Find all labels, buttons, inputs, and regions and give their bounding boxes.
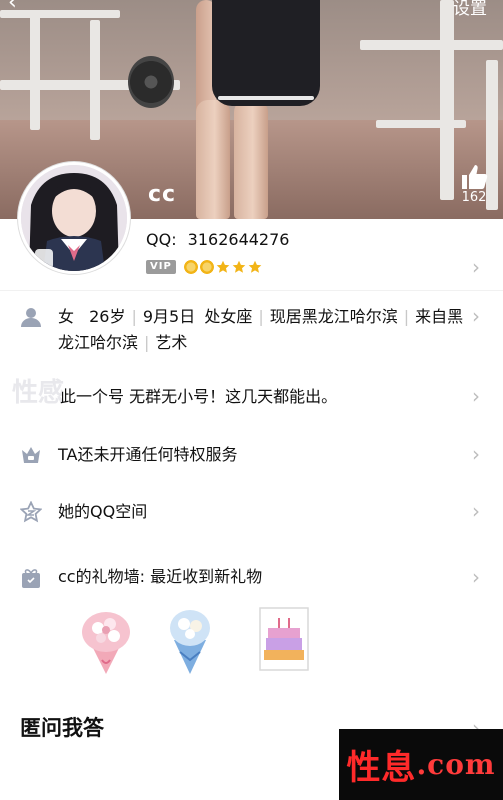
- sun-level-icon: [183, 260, 198, 274]
- crown-icon: [22, 447, 40, 463]
- avatar[interactable]: [18, 162, 130, 274]
- signature-prefix: 性感: [12, 378, 65, 408]
- sun-level-icon: [199, 260, 214, 274]
- qq-number-row: QQ: 3162644276: [146, 230, 289, 249]
- star-level-icon: [216, 260, 230, 273]
- privilege-label[interactable]: TA还未开通任何特权服务: [58, 442, 237, 468]
- gym-rack: [440, 0, 454, 200]
- gift-icon: [22, 569, 40, 588]
- pink-bouquet-gift[interactable]: [76, 602, 136, 676]
- cover-shorts: [212, 0, 320, 106]
- chevron-left-icon: ‹: [8, 0, 17, 15]
- site-watermark: 性息 .com: [339, 729, 503, 800]
- qq-label: QQ:: [146, 230, 177, 249]
- qzone-label[interactable]: 她的QQ空间: [58, 499, 147, 525]
- gym-rack: [376, 120, 466, 128]
- user-icon: [21, 308, 41, 327]
- gym-rack: [30, 10, 40, 130]
- watermark-domain: .com: [416, 748, 496, 781]
- blue-bouquet-gift[interactable]: [160, 602, 220, 676]
- zodiac: 处女座: [204, 307, 253, 326]
- settings-button[interactable]: 设置: [453, 0, 487, 19]
- like-count: 162: [461, 190, 487, 205]
- thumbs-up-icon: [462, 165, 488, 189]
- gym-rack: [0, 10, 120, 18]
- watermark-text: 性息: [346, 748, 417, 788]
- nickname: cc: [148, 182, 177, 207]
- back-button[interactable]: ‹: [8, 0, 17, 14]
- avatar-image: [21, 165, 127, 271]
- basic-info[interactable]: 女 26岁 | 9月5日 处女座 | 现居黑龙江哈尔滨 | 来自黑龙江哈尔滨 | 艺术: [58, 304, 468, 356]
- signature[interactable]: 此一个号 无群无小号！这几天都能出。: [60, 384, 460, 410]
- occupation: 艺术: [155, 333, 188, 352]
- gift-wall-label[interactable]: cc的礼物墙: 最近收到新礼物: [58, 564, 262, 590]
- weight-plate: [128, 56, 174, 108]
- age: 26岁: [89, 307, 126, 326]
- divider: [0, 290, 503, 291]
- birthday: 9月5日: [142, 307, 196, 326]
- chevron-right-icon[interactable]: ›: [472, 567, 480, 587]
- chevron-right-icon[interactable]: ›: [472, 501, 480, 521]
- gym-rack: [360, 40, 503, 50]
- chevron-right-icon[interactable]: ›: [472, 444, 480, 464]
- gender: 女: [58, 307, 75, 326]
- star-level-icon: [248, 260, 262, 273]
- star-level-icon: [232, 260, 246, 273]
- chevron-right-icon[interactable]: ›: [472, 386, 480, 406]
- cover-legs: [188, 100, 278, 219]
- birthday-card-gift[interactable]: [254, 602, 314, 676]
- vip-badge: VIP: [146, 260, 176, 274]
- chevron-right-icon[interactable]: ›: [472, 257, 480, 277]
- like-button[interactable]: 162: [456, 164, 492, 205]
- level-badges[interactable]: VIP: [146, 258, 264, 276]
- star-icon: [20, 501, 42, 523]
- anon-qa-title: 匿问我答: [20, 716, 104, 740]
- qq-number: 3162644276: [187, 230, 290, 249]
- chevron-right-icon[interactable]: ›: [472, 306, 480, 326]
- residence: 现居黑龙江哈尔滨: [269, 307, 398, 326]
